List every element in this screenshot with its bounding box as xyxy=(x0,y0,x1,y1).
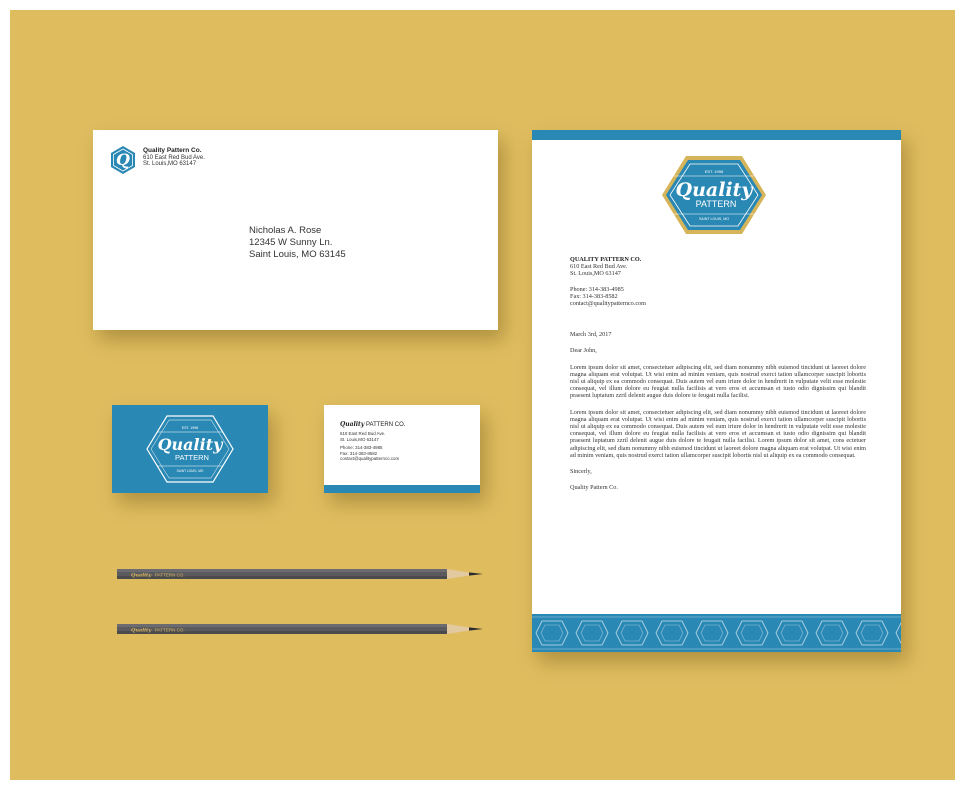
return-address: Quality Pattern Co. 610 East Red Bud Ave… xyxy=(143,147,205,168)
recipient-name: Nicholas A. Rose xyxy=(249,225,322,236)
letter-city: St. Louis,MO 63147 xyxy=(570,270,621,278)
pencil-1-text: PATTERN CO. xyxy=(155,572,185,577)
hexagon-pattern-icon xyxy=(532,614,901,652)
card-logo-icon: EST. 1998 Quality PATTERN SAINT LOUIS, M… xyxy=(146,415,234,483)
card-company-script: Quality xyxy=(340,421,365,428)
return-city: St. Louis,MO 63147 xyxy=(143,161,197,167)
pencil-icon: Quality PATTERN CO. xyxy=(117,624,483,634)
pencil-1-script: Quality xyxy=(131,573,152,579)
business-card-front: EST. 1998 Quality PATTERN SAINT LOUIS, M… xyxy=(112,405,268,493)
letter-greeting: Dear John, xyxy=(570,347,597,355)
letterhead-pattern-band xyxy=(532,614,901,652)
pencil-2-script: Quality xyxy=(131,628,152,634)
letter-phone: Phone: 314-383-4985 xyxy=(570,285,624,293)
business-card-back: Quality PATTERN CO. 610 East Red Bud Ave… xyxy=(324,405,480,493)
pencil-icon: Quality PATTERN CO. xyxy=(117,569,483,579)
letterhead-logo-word: PATTERN xyxy=(696,199,737,209)
letterhead: EST. 1998 Quality PATTERN SAINT LOUIS, M… xyxy=(532,130,901,652)
card-email: contact@qualitypatternco.com xyxy=(340,456,400,462)
pencil-2-text: PATTERN CO. xyxy=(155,627,185,632)
letter-body: QUALITY PATTERN CO. 610 East Red Bud Ave… xyxy=(570,256,866,491)
card-contact-details: Quality PATTERN CO. 610 East Red Bud Ave… xyxy=(340,421,406,462)
letter-street: 610 East Red Bud Ave. xyxy=(570,263,628,271)
letter-date: March 3rd, 2017 xyxy=(570,331,612,339)
letterhead-logo-city: SAINT LOUIS, MO xyxy=(699,217,729,221)
letter-signature: Quality Pattern Co. xyxy=(570,484,618,492)
envelope: Q Quality Pattern Co. 610 East Red Bud A… xyxy=(93,130,498,330)
letter-company: QUALITY PATTERN CO. xyxy=(570,256,642,263)
letterhead-logo-script: Quality xyxy=(676,179,755,201)
card-logo-city: SAINT LOUIS, MO xyxy=(177,469,204,473)
letterhead-top-band xyxy=(532,130,901,140)
letter-closing: Sincerly, xyxy=(570,468,592,476)
return-company: Quality Pattern Co. xyxy=(143,147,202,154)
card-company: Quality PATTERN CO. xyxy=(340,421,406,429)
card-logo-script: Quality xyxy=(158,435,224,454)
recipient-city: Saint Louis, MO 63145 xyxy=(249,249,346,260)
letter-paragraph-2: Lorem ipsum dolor sit amet, consectetuer… xyxy=(570,408,866,459)
recipient-address: Nicholas A. Rose 12345 W Sunny Ln. Saint… xyxy=(249,225,346,261)
card-logo-word: PATTERN xyxy=(175,453,209,462)
letter-paragraph-1: Lorem ipsum dolor sit amet, consectetuer… xyxy=(570,363,866,400)
recipient-street: 12345 W Sunny Ln. xyxy=(249,237,333,248)
letter-fax: Fax: 314-383-8582 xyxy=(570,292,618,300)
letterhead-logo-icon: EST. 1998 Quality PATTERN SAINT LOUIS, M… xyxy=(662,156,766,234)
letter-email: contact@qualitypatternco.com xyxy=(570,300,646,308)
envelope-logo-icon: Q xyxy=(111,146,135,174)
letterhead-logo-est: EST. 1998 xyxy=(705,169,724,174)
card-bottom-band xyxy=(324,485,480,493)
envelope-logo-initial: Q xyxy=(116,150,130,169)
card-company-rest: PATTERN CO. xyxy=(364,422,406,428)
mockup-background: Q Quality Pattern Co. 610 East Red Bud A… xyxy=(10,10,955,780)
card-logo-est: EST. 1998 xyxy=(182,426,199,430)
